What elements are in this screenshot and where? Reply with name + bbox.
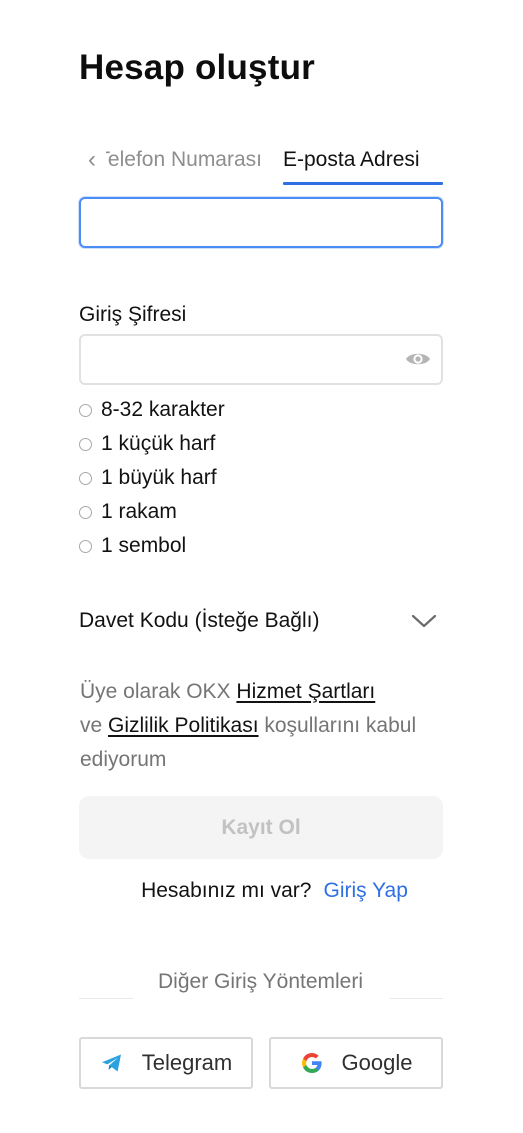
- divider: [390, 998, 443, 999]
- invite-code-label: Davet Kodu (İsteğe Bağlı): [79, 609, 320, 632]
- password-input[interactable]: [81, 336, 441, 383]
- eye-icon[interactable]: [405, 350, 431, 368]
- telegram-login-button[interactable]: Telegram: [79, 1037, 253, 1089]
- requirement-text: 1 büyük harf: [101, 466, 217, 489]
- tab-email-address[interactable]: E-posta Adresi: [283, 144, 420, 176]
- chevron-left-icon[interactable]: ‹: [88, 146, 106, 174]
- email-field[interactable]: [79, 197, 443, 248]
- terms-text: Üye olarak OKX Hizmet Şartları ve Gizlili…: [80, 675, 450, 777]
- requirement-item: 1 küçük harf: [79, 427, 399, 461]
- login-link[interactable]: Giriş Yap: [323, 879, 407, 903]
- google-login-button[interactable]: Google: [269, 1037, 443, 1089]
- terms-middle: ve: [80, 714, 109, 737]
- terms-prefix: Üye olarak OKX: [80, 680, 237, 703]
- login-prompt: Hesabınız mı var? Giriş Yap: [0, 875, 523, 907]
- active-tab-indicator: [283, 182, 443, 185]
- divider: [79, 998, 133, 999]
- register-button[interactable]: Kayıt Ol: [79, 796, 443, 859]
- circle-icon: [79, 437, 92, 451]
- requirement-item: 1 büyük harf: [79, 461, 399, 495]
- circle-icon: [79, 403, 92, 417]
- circle-icon: [79, 471, 92, 485]
- other-methods-label: Diğer Giriş Yöntemleri: [158, 970, 364, 993]
- terms-of-service-link[interactable]: Hizmet Şartları: [236, 680, 375, 703]
- tab-phone-label: Telefon Numarası: [106, 148, 262, 171]
- google-icon: [301, 1053, 322, 1073]
- requirement-item: 8-32 karakter: [79, 393, 399, 427]
- telegram-label: Telegram: [141, 1050, 233, 1075]
- circle-icon: [79, 505, 92, 519]
- requirement-text: 1 rakam: [101, 500, 177, 523]
- google-label: Google: [341, 1050, 413, 1075]
- requirement-item: 1 rakam: [79, 495, 399, 529]
- page-title: Hesap oluştur: [79, 48, 315, 87]
- tab-phone-number[interactable]: Telefon Numarası: [106, 144, 262, 176]
- chevron-down-icon[interactable]: [411, 613, 437, 629]
- circle-icon: [79, 539, 92, 553]
- password-requirements: 8-32 karakter 1 küçük harf 1 büyük harf …: [79, 393, 399, 563]
- telegram-icon: [101, 1054, 121, 1072]
- password-label: Giriş Şifresi: [79, 303, 187, 326]
- login-question: Hesabınız mı var?: [141, 879, 312, 902]
- invite-code-toggle[interactable]: Davet Kodu (İsteğe Bağlı): [79, 603, 443, 639]
- requirement-text: 8-32 karakter: [101, 398, 225, 421]
- requirement-text: 1 sembol: [101, 534, 187, 557]
- password-field[interactable]: [79, 334, 443, 385]
- privacy-policy-link[interactable]: Gizlilik Politikası: [108, 714, 259, 737]
- requirement-item: 1 sembol: [79, 529, 399, 563]
- email-input[interactable]: [81, 199, 441, 246]
- requirement-text: 1 küçük harf: [101, 432, 216, 455]
